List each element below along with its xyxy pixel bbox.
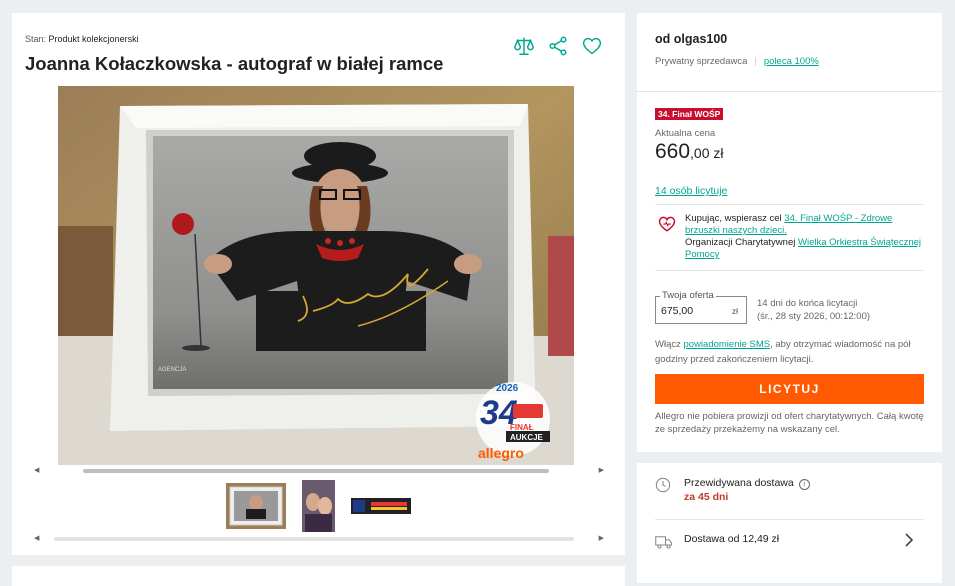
purchase-panel: od olgas100 Prywatny sprzedawca | poleca 1…: [637, 13, 942, 452]
offer-input[interactable]: Twoja oferta 675,00 zł: [655, 290, 747, 324]
seller-type: Prywatny sprzedawca: [655, 56, 748, 67]
commission-note: Allegro nie pobiera prowizji od ofert ch…: [655, 411, 924, 435]
condition-value: Produkt kolekcjonerski: [48, 34, 139, 44]
delivery-cost[interactable]: Dostawa od 12,49 zł: [684, 533, 779, 545]
offer-label: Twoja oferta: [660, 290, 716, 301]
thumbnail-scrollbar[interactable]: ◀ ▶: [34, 535, 604, 542]
condition: Stan: Produkt kolekcjonerski: [25, 34, 139, 44]
info-icon[interactable]: i: [798, 479, 810, 490]
thumb-scroll-left-icon[interactable]: ◀: [34, 535, 39, 542]
seller-rating-link[interactable]: poleca 100%: [764, 56, 819, 67]
image-scrollbar[interactable]: ◀ ▶: [34, 467, 604, 474]
delivery-panel: Przewidywana dostawa i za 45 dni Dostawa…: [637, 463, 942, 583]
heart-icon[interactable]: [581, 35, 603, 57]
delivery-days: za 45 dni: [684, 491, 729, 503]
seller-name[interactable]: od olgas100: [655, 32, 727, 46]
charity-info: Kupując, wspierasz cel 34. Finał WOŚP - …: [655, 210, 925, 270]
bid-button[interactable]: LICYTUJ: [655, 374, 924, 404]
thumb-scroll-right-icon[interactable]: ▶: [599, 535, 604, 542]
charity-heart-icon: [658, 216, 676, 232]
divider: [637, 91, 942, 92]
thumbnail-2[interactable]: [302, 480, 335, 532]
thumbnail-strip: [12, 480, 625, 532]
product-title: Joanna Kołaczkowska - autograf w białej …: [25, 53, 444, 74]
clock-icon: [655, 477, 671, 493]
bidders-link[interactable]: 14 osób licytuje: [655, 185, 727, 197]
logo-final: FINAŁ: [510, 423, 534, 432]
scroll-left-icon[interactable]: ◀: [34, 467, 39, 474]
share-icon[interactable]: [547, 35, 569, 57]
sms-notice: Włącz powiadomienie SMS, aby otrzymać wi…: [655, 339, 911, 365]
wosp-badge: 34. Finał WOŚP: [655, 108, 724, 120]
seller-info: Prywatny sprzedawca | poleca 100%: [655, 56, 819, 67]
truck-icon: [655, 536, 673, 549]
current-price: 660,00 zł: [655, 140, 724, 163]
price-label: Aktualna cena: [655, 128, 716, 139]
offer-value[interactable]: 675,00: [661, 305, 693, 317]
logo-aukcje: AUKCJE: [510, 433, 544, 442]
main-product-image[interactable]: AGENCJA 2026 34 FINAŁ AUKCJE allegro: [58, 86, 574, 465]
divider: [655, 519, 924, 520]
thumbnail-1[interactable]: [226, 483, 286, 529]
thumbnail-3[interactable]: [351, 498, 411, 514]
logo-year: 2026: [496, 383, 519, 394]
divider: [655, 204, 924, 205]
offer-currency: zł: [731, 306, 738, 316]
photo-agency-mark: AGENCJA: [158, 367, 186, 373]
product-actions: [513, 35, 603, 57]
scroll-right-icon[interactable]: ▶: [599, 467, 604, 474]
time-left: 14 dni do końca licytacji (śr., 28 sty 2…: [757, 298, 871, 322]
compare-icon[interactable]: [513, 35, 535, 57]
expected-delivery: Przewidywana dostawa i: [684, 477, 810, 490]
logo-brand: allegro: [478, 445, 524, 461]
sms-link[interactable]: powiadomienie SMS: [684, 339, 771, 350]
chevron-right-icon[interactable]: [904, 533, 914, 547]
thumb-scroll-thumb[interactable]: [54, 537, 574, 541]
product-card: Stan: Produkt kolekcjonerski Joanna Koła…: [12, 13, 625, 555]
divider: [655, 270, 924, 271]
scroll-thumb[interactable]: [83, 469, 549, 473]
next-card: [12, 566, 625, 586]
